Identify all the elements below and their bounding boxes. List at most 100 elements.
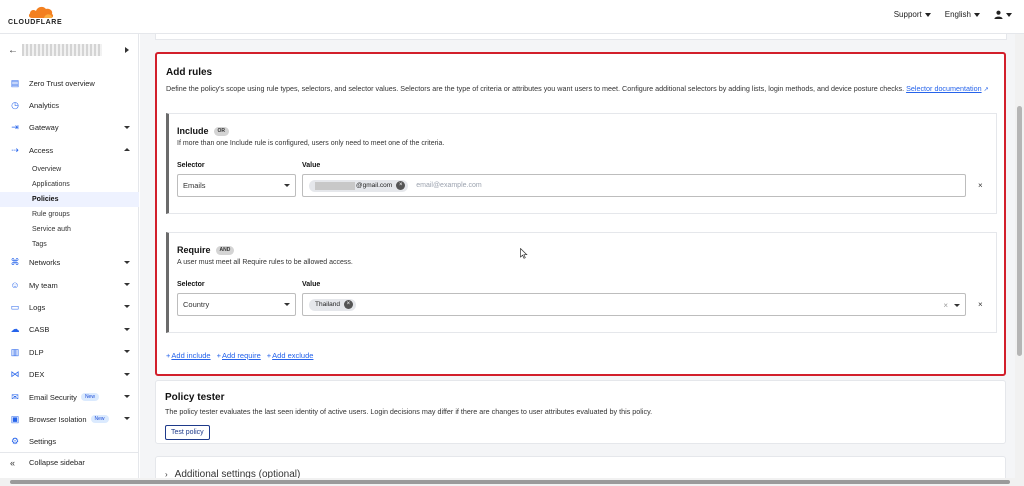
clear-icon[interactable]: × xyxy=(943,301,948,310)
sidebar-item-label: Analytics xyxy=(29,101,60,111)
chevron-up-icon xyxy=(124,148,130,152)
email-chip: @gmail.com × xyxy=(309,179,409,192)
user-icon xyxy=(994,10,1003,19)
selector-label: Selector xyxy=(177,162,205,169)
sidebar-item-my-team[interactable]: ☺ My team xyxy=(0,274,139,296)
sidebar-item-dlp[interactable]: ▥ DLP xyxy=(0,341,139,363)
chevron-down-icon xyxy=(124,372,130,376)
country-chip: Thailand × xyxy=(309,298,356,311)
sidebar-subitem-policies[interactable]: Policies xyxy=(0,191,139,207)
sidebar-item-label: Logs xyxy=(29,303,46,313)
test-policy-button[interactable]: Test policy xyxy=(165,425,210,440)
previous-card-edge xyxy=(155,34,1007,40)
sidebar-item-casb[interactable]: ☁ CASB xyxy=(0,319,139,341)
add-rule-links: +Add include +Add require +Add exclude xyxy=(166,351,313,360)
sidebar-item-label: CASB xyxy=(29,325,50,335)
back-arrow-icon[interactable]: ← xyxy=(8,45,22,56)
sidebar-item-zero-trust-overview[interactable]: ▤ Zero Trust overview xyxy=(0,72,139,94)
dlp-icon: ▥ xyxy=(10,346,20,357)
remove-rule-icon[interactable]: × xyxy=(978,300,983,309)
user-menu[interactable] xyxy=(994,10,1012,19)
add-include-link[interactable]: +Add include xyxy=(166,351,211,360)
mouse-cursor-icon xyxy=(520,248,528,259)
chevron-down-icon xyxy=(124,350,130,354)
add-exclude-link[interactable]: +Add exclude xyxy=(267,351,314,360)
support-label: Support xyxy=(893,10,922,19)
gear-icon: ⚙ xyxy=(10,436,20,447)
sidebar-item-gateway[interactable]: ⇥ Gateway xyxy=(0,117,139,139)
language-label: English xyxy=(944,10,971,19)
include-value-input[interactable]: @gmail.com × email@example.com xyxy=(302,174,966,197)
chevron-down-icon xyxy=(124,125,130,129)
sidebar-item-dex[interactable]: ⋈ DEX xyxy=(0,364,139,386)
sidebar-item-settings[interactable]: ⚙ Settings xyxy=(0,431,139,453)
sidebar-subitem-tags[interactable]: Tags xyxy=(0,237,139,252)
chevron-down-icon xyxy=(974,12,980,17)
additional-settings-card[interactable]: › Additional settings (optional) xyxy=(155,456,1006,478)
chevron-down-icon xyxy=(1006,12,1012,17)
main-content: Add rules Define the policy's scope usin… xyxy=(140,34,1015,478)
chevron-down-icon xyxy=(124,260,130,264)
account-switcher[interactable]: ← xyxy=(8,42,133,58)
email-placeholder: email@example.com xyxy=(416,182,482,189)
sidebar-item-networks[interactable]: ⌘ Networks xyxy=(0,252,139,274)
scroll-thumb[interactable] xyxy=(10,480,1010,484)
sidebar-item-analytics[interactable]: ◷ Analytics xyxy=(0,94,139,116)
require-selector-dropdown[interactable]: Country xyxy=(177,293,296,316)
chevron-down-icon xyxy=(284,184,290,187)
tester-description: The policy tester evaluates the last see… xyxy=(165,407,653,416)
description-text: Define the policy's scope using rule typ… xyxy=(166,84,905,93)
chevron-down-icon xyxy=(284,303,290,306)
sidebar-item-email-security[interactable]: ✉ Email Security New xyxy=(0,386,139,408)
sidebar-subitem-service-auth[interactable]: Service auth xyxy=(0,222,139,237)
require-label: Require xyxy=(177,245,211,255)
sidebar: ← ▤ Zero Trust overview ◷ Analytics ⇥ Ga… xyxy=(0,34,139,486)
remove-rule-icon[interactable]: × xyxy=(978,181,983,190)
sidebar-subitem-rule-groups[interactable]: Rule groups xyxy=(0,207,139,222)
logo-text: CLOUDFLARE xyxy=(8,19,63,26)
scroll-thumb[interactable] xyxy=(1017,106,1022,356)
add-require-label: Add require xyxy=(221,351,261,360)
horizontal-scrollbar[interactable] xyxy=(0,478,1015,486)
language-menu[interactable]: English xyxy=(945,10,980,19)
sidebar-item-label: Settings xyxy=(29,437,57,447)
sidebar-subitem-applications[interactable]: Applications xyxy=(0,177,139,192)
require-description: A user must meet all Require rules to be… xyxy=(177,259,353,266)
sidebar-item-label: DEX xyxy=(29,370,45,380)
sidebar-item-label: My team xyxy=(29,280,58,290)
sidebar-item-browser-isolation[interactable]: ▣ Browser Isolation New xyxy=(0,408,139,430)
support-menu[interactable]: Support xyxy=(894,10,931,19)
plus-icon: + xyxy=(166,351,171,360)
collapse-sidebar-button[interactable]: « Collapse sidebar xyxy=(0,452,139,472)
add-exclude-label: Add exclude xyxy=(272,351,314,360)
tester-title: Policy tester xyxy=(165,392,225,403)
sidebar-item-access[interactable]: ⇢ Access xyxy=(0,139,139,161)
plus-icon: + xyxy=(266,351,272,360)
access-icon: ⇢ xyxy=(11,144,19,155)
chevron-down-icon[interactable] xyxy=(954,304,960,307)
include-selector-dropdown[interactable]: Emails xyxy=(177,174,296,197)
remove-chip-icon[interactable]: × xyxy=(343,300,353,309)
additional-settings-header[interactable]: › Additional settings (optional) xyxy=(165,469,300,478)
remove-chip-icon[interactable]: × xyxy=(396,181,406,190)
cloudflare-logo[interactable]: CLOUDFLARE xyxy=(8,5,66,29)
sidebar-item-label: DLP xyxy=(29,347,44,357)
selector-value: Emails xyxy=(183,181,206,190)
require-rule-block: Require AND A user must meet all Require… xyxy=(166,232,997,333)
chevron-down-icon xyxy=(124,282,130,286)
vertical-scrollbar[interactable] xyxy=(1015,34,1024,486)
chip-text: Thailand xyxy=(315,301,340,308)
add-require-link[interactable]: +Add require xyxy=(217,351,261,360)
require-title: Require AND xyxy=(177,245,235,255)
gateway-icon: ⇥ xyxy=(11,122,19,133)
require-value-select[interactable]: Thailand × × xyxy=(302,293,966,316)
policy-tester-card: Policy tester The policy tester evaluate… xyxy=(155,380,1006,444)
additional-settings-label: Additional settings (optional) xyxy=(174,469,301,478)
dex-icon: ⋈ xyxy=(10,369,20,380)
sidebar-item-label: Email Security xyxy=(29,392,77,402)
sidebar-item-logs[interactable]: ▭ Logs xyxy=(0,296,139,318)
selector-documentation-link[interactable]: Selector documentation xyxy=(906,84,982,93)
sidebar-item-label: Gateway xyxy=(29,123,59,133)
sidebar-subitem-overview[interactable]: Overview xyxy=(0,162,139,177)
analytics-icon: ◷ xyxy=(11,100,19,111)
